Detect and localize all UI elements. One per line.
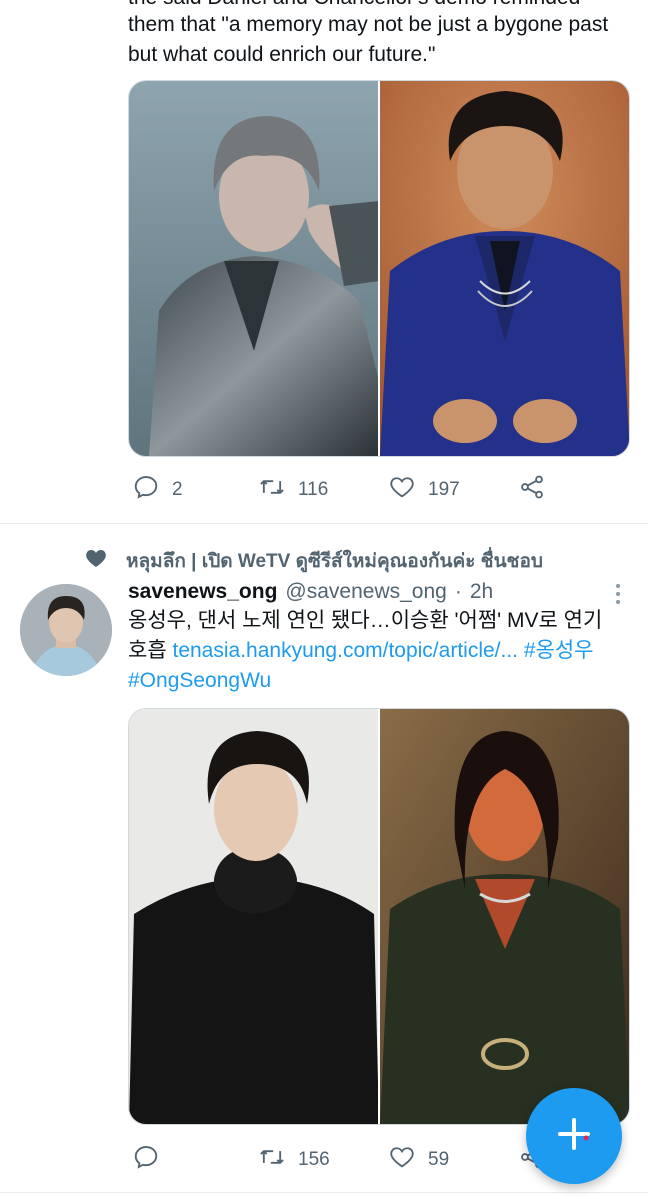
retweet-count: 116 xyxy=(298,479,329,500)
tweet2-media[interactable] xyxy=(128,708,630,1125)
retweet-button[interactable]: 116 xyxy=(258,470,328,510)
retweet-icon xyxy=(258,473,286,507)
timestamp[interactable]: 2h xyxy=(470,580,493,604)
tweet1-actions: 2 116 197 xyxy=(128,470,608,510)
like-button[interactable]: 197 xyxy=(388,470,460,510)
reply-icon xyxy=(132,1143,160,1177)
compose-plus-icon xyxy=(552,1112,596,1161)
tweet-divider xyxy=(0,1192,648,1193)
tweet1-photo-right[interactable] xyxy=(380,81,629,456)
reply-button[interactable] xyxy=(132,1140,172,1180)
like-count: 59 xyxy=(428,1149,450,1170)
social-context-text: หลุมลึก | เปิด WeTV ดูซีรีส์ใหม่คุณองกัน… xyxy=(126,551,543,572)
like-count: 197 xyxy=(428,479,460,500)
reply-button[interactable]: 2 xyxy=(132,470,183,510)
article-link[interactable]: tenasia.hankyung.com/topic/article/... xyxy=(172,639,518,662)
retweet-icon xyxy=(258,1143,286,1177)
tweet2-text: 옹성우, 댄서 노제 연인 됐다…이승환 '어쩜' MV로 연기 호흡 tena… xyxy=(128,606,618,696)
tweet2-photo-left[interactable] xyxy=(129,709,378,1124)
avatar[interactable] xyxy=(20,584,112,676)
hashtag-ongseongwu[interactable]: #OngSeongWu xyxy=(128,669,271,692)
heart-icon xyxy=(84,546,108,576)
share-button[interactable] xyxy=(518,470,546,510)
tweet1-photo-left[interactable] xyxy=(129,81,378,456)
author-name[interactable]: savenews_ong xyxy=(128,580,277,604)
tweet1-media[interactable] xyxy=(128,80,630,457)
like-icon xyxy=(388,473,416,507)
share-icon xyxy=(518,473,546,507)
reply-icon xyxy=(132,473,160,507)
social-context[interactable]: หลุมลึก | เปิด WeTV ดูซีรีส์ใหม่คุณองกัน… xyxy=(84,546,543,576)
separator: · xyxy=(454,580,462,603)
tweet-divider xyxy=(0,523,648,524)
hashtag-ongseongwu-korean[interactable]: #옹성우 xyxy=(524,639,594,662)
retweet-button[interactable]: 156 xyxy=(258,1140,330,1180)
like-button[interactable]: 59 xyxy=(388,1140,449,1180)
author-handle[interactable]: @savenews_ong xyxy=(285,580,446,604)
tweet2-photo-right[interactable] xyxy=(380,709,629,1124)
more-icon[interactable] xyxy=(616,584,620,604)
tweet2-header: savenews_ong @savenews_ong · 2h xyxy=(128,580,493,604)
reply-count: 2 xyxy=(172,479,183,500)
tweet1-text: them that "a memory may not be just a by… xyxy=(128,13,609,66)
compose-button[interactable] xyxy=(526,1088,622,1184)
like-icon xyxy=(388,1143,416,1177)
retweet-count: 156 xyxy=(298,1149,330,1170)
